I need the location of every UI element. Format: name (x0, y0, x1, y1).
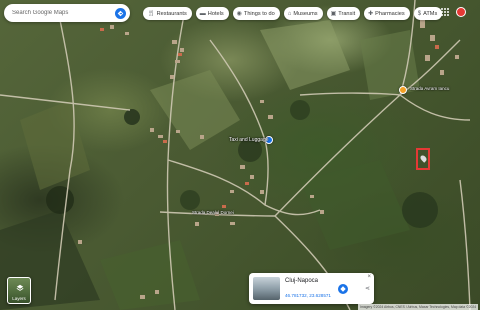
place-pin[interactable] (399, 86, 407, 94)
directions-button[interactable] (338, 284, 348, 294)
avatar[interactable] (456, 7, 466, 17)
share-icon[interactable]: ⋖ (365, 285, 370, 292)
chip-transit[interactable]: ▣ Transit (326, 7, 361, 20)
location-pin-icon (419, 154, 428, 163)
chip-label: Museums (293, 10, 318, 17)
satellite-map[interactable] (0, 0, 480, 310)
chip-label: Pharmacies (375, 10, 405, 17)
selected-location-marker[interactable] (416, 148, 430, 170)
location-title[interactable]: Cluj-Napoca (285, 278, 318, 284)
directions-icon (340, 286, 346, 292)
street-label: Strada Avram Iancu (410, 86, 450, 91)
chip-museums[interactable]: ⌂ Museums (283, 7, 323, 20)
chip-label: Hotels (207, 10, 224, 17)
layers-icon (16, 284, 24, 291)
pill-icon: ✚ (368, 10, 374, 17)
street-view-thumbnail[interactable] (253, 277, 280, 300)
museum-icon: ⌂ (287, 10, 292, 17)
street-label: Strada Dealul Dornei (192, 210, 234, 215)
directions-button[interactable] (115, 7, 126, 19)
chip-label: Transit (338, 10, 356, 17)
apps-grid-icon[interactable] (441, 8, 449, 16)
chip-label: Restaurants (156, 10, 187, 17)
location-info-card[interactable]: Cluj-Napoca 46.781732, 23.628571 × ⋖ (249, 273, 374, 304)
directions-icon (117, 10, 124, 16)
atm-icon: $ (417, 10, 422, 17)
camera-icon: ◉ (236, 10, 242, 17)
close-icon[interactable]: × (367, 274, 371, 280)
chip-things-to-do[interactable]: ◉ Things to do (232, 7, 280, 20)
fork-knife-icon: 🍴︎ (147, 10, 155, 17)
search-box[interactable] (4, 4, 130, 22)
layers-button[interactable]: Layers (7, 277, 31, 304)
map-features (0, 0, 471, 310)
bus-icon: ▣ (330, 10, 337, 17)
chip-label: ATMs (423, 10, 438, 17)
poi-label-taxi[interactable]: Taxi and Luggage (229, 137, 268, 143)
category-chips: 🍴︎ Restaurants ▬ Hotels ◉ Things to do ⌂ Mus… (143, 7, 443, 20)
map-attribution: Imagery ©2024 Airbus, CNES / Airbus, Max… (358, 304, 479, 310)
chip-pharmacies[interactable]: ✚ Pharmacies (364, 7, 410, 20)
chip-hotels[interactable]: ▬ Hotels (195, 7, 229, 20)
chip-label: Things to do (243, 10, 275, 17)
location-coordinates[interactable]: 46.781732, 23.628571 (285, 293, 331, 298)
search-input[interactable] (12, 10, 115, 16)
bed-icon: ▬ (199, 10, 206, 17)
layers-label: Layers (12, 296, 26, 301)
chip-atms[interactable]: $ ATMs (413, 7, 443, 20)
chip-restaurants[interactable]: 🍴︎ Restaurants (143, 7, 192, 20)
